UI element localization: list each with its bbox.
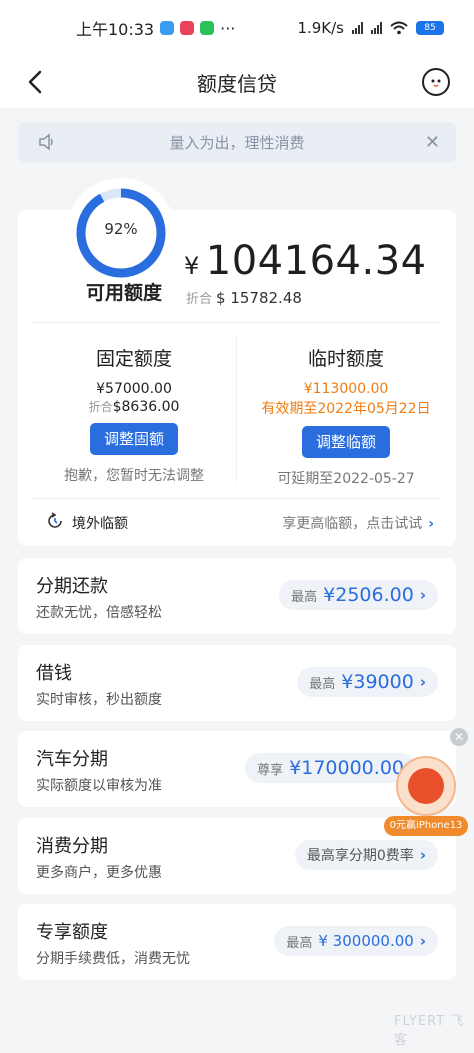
notice-bar: 量入为出，理性消费 ✕ (18, 122, 456, 162)
signal-icon (352, 22, 363, 34)
temp-credit-note: 可延期至2022-05-27 (277, 471, 415, 487)
battery-icon: 85 (416, 21, 444, 35)
divider (32, 498, 442, 499)
divider (32, 322, 442, 323)
notice-text: 量入为出，理性消费 (169, 133, 305, 152)
product-subtitle: 实时审核，秒出额度 (36, 692, 162, 708)
network-speed: 1.9K/s (297, 19, 344, 37)
promo-label: 0元赢iPhone13 (384, 816, 468, 836)
speaker-icon (39, 133, 53, 151)
pill-prefix: 尊享 (257, 762, 284, 778)
adjust-fixed-button[interactable]: 调整固额 (90, 423, 178, 455)
product-subtitle: 还款无忧，倍感轻松 (36, 605, 162, 621)
pill-value: ¥ 300000.00 (318, 932, 414, 950)
chevron-right-icon: › (428, 516, 434, 532)
status-more-dots: ··· (220, 18, 236, 38)
product-title: 消费分期 (36, 836, 108, 857)
app-notification-icon (180, 21, 195, 35)
wifi-icon (390, 21, 408, 35)
close-icon[interactable]: ✕ (425, 132, 440, 153)
product-card-borrow[interactable]: 借钱 实时审核，秒出额度 最高 ¥39000 › (18, 645, 456, 721)
usage-ring: 92% (66, 178, 176, 288)
currency-symbol: ¥ (184, 252, 200, 280)
pill-value: ¥2506.00 (323, 584, 414, 606)
chevron-right-icon: › (419, 673, 426, 691)
pill-value: ¥39000 (341, 671, 414, 693)
adjust-temp-button[interactable]: 调整临额 (302, 426, 390, 458)
pill-prefix: 最高 (309, 676, 336, 692)
close-icon[interactable]: ✕ (450, 728, 468, 746)
overseas-temp-credit-row[interactable]: 境外临额 享更高临额，点击试试 › (18, 510, 456, 536)
wechat-icon (200, 21, 215, 35)
chevron-right-icon: › (419, 586, 426, 604)
product-limit-pill[interactable]: 最高 ¥ 300000.00 › (274, 926, 438, 956)
pill-prefix: 最高 (286, 935, 313, 951)
fold-value: $8636.00 (112, 399, 180, 415)
app-header: 额度信贷 (0, 56, 474, 108)
fold-label: 折合 (186, 292, 213, 307)
promo-floating-badge[interactable]: 0元赢iPhone13 (384, 756, 468, 838)
temp-credit-title: 临时额度 (307, 348, 384, 370)
divider (236, 336, 237, 482)
available-fold: 折合 $ 15782.48 (186, 288, 302, 307)
fixed-credit-note: 抱歉，您暂时无法调整 (64, 468, 204, 484)
product-subtitle: 分期手续费低，消费无忧 (36, 951, 190, 967)
back-arrow-icon[interactable] (24, 68, 50, 96)
temp-credit-validity: 有效期至2022年05月22日 (261, 401, 431, 417)
pill-prefix: 最高 (291, 589, 318, 605)
product-card-exclusive-credit[interactable]: 专享额度 分期手续费低，消费无忧 最高 ¥ 300000.00 › (18, 904, 456, 980)
watermark: FLYERT 飞客 (394, 1014, 465, 1048)
fixed-credit-fold: 折合$8636.00 (32, 398, 236, 415)
available-amount-value: 104164.34 (205, 238, 427, 284)
prize-wheel-center (408, 768, 444, 804)
pill-text: 最高享分期0费率 (306, 848, 414, 864)
fold-value: $ 15782.48 (216, 289, 302, 307)
chevron-right-icon: › (419, 932, 426, 950)
cat-avatar-icon[interactable] (422, 68, 450, 96)
page-title: 额度信贷 (197, 71, 277, 96)
product-title: 汽车分期 (36, 749, 108, 770)
product-limit-pill[interactable]: 最高 ¥39000 › (297, 667, 438, 697)
status-bar: 上午10:33 ··· 1.9K/s 85 (0, 0, 474, 56)
overseas-label: 境外临额 (72, 516, 128, 532)
app-notification-icon (160, 21, 175, 35)
product-title: 专享额度 (36, 922, 108, 943)
product-limit-pill[interactable]: 最高享分期0费率 › (294, 840, 438, 870)
usage-percent: 92% (104, 220, 138, 238)
available-credit-label: 可用额度 (86, 282, 163, 304)
product-title: 分期还款 (36, 576, 108, 597)
product-limit-pill[interactable]: 最高 ¥2506.00 › (279, 580, 438, 610)
temp-credit-section: 临时额度 ¥113000.00 有效期至2022年05月22日 调整临额 可延期… (244, 344, 448, 488)
signal-icon (371, 22, 382, 34)
fixed-credit-section: 固定额度 ¥57000.00 折合$8636.00 调整固额 抱歉，您暂时无法调… (32, 344, 236, 485)
chevron-right-icon: › (419, 846, 426, 864)
product-subtitle: 更多商户，更多优惠 (36, 865, 162, 881)
product-title: 借钱 (36, 663, 72, 684)
fixed-credit-title: 固定额度 (95, 348, 172, 370)
temp-credit-amount: ¥113000.00 (303, 381, 389, 397)
status-time: 上午10:33 (76, 20, 155, 39)
overseas-hint: 享更高临额，点击试试 › (282, 516, 434, 532)
fixed-credit-amount: ¥57000.00 (96, 381, 172, 397)
product-subtitle: 实际额度以审核为准 (36, 778, 162, 794)
refresh-clock-icon (48, 512, 62, 528)
fold-label: 折合 (88, 400, 113, 414)
available-amount: ¥104164.34 (184, 238, 427, 284)
product-card-installment-repay[interactable]: 分期还款 还款无忧，倍感轻松 最高 ¥2506.00 › (18, 558, 456, 634)
